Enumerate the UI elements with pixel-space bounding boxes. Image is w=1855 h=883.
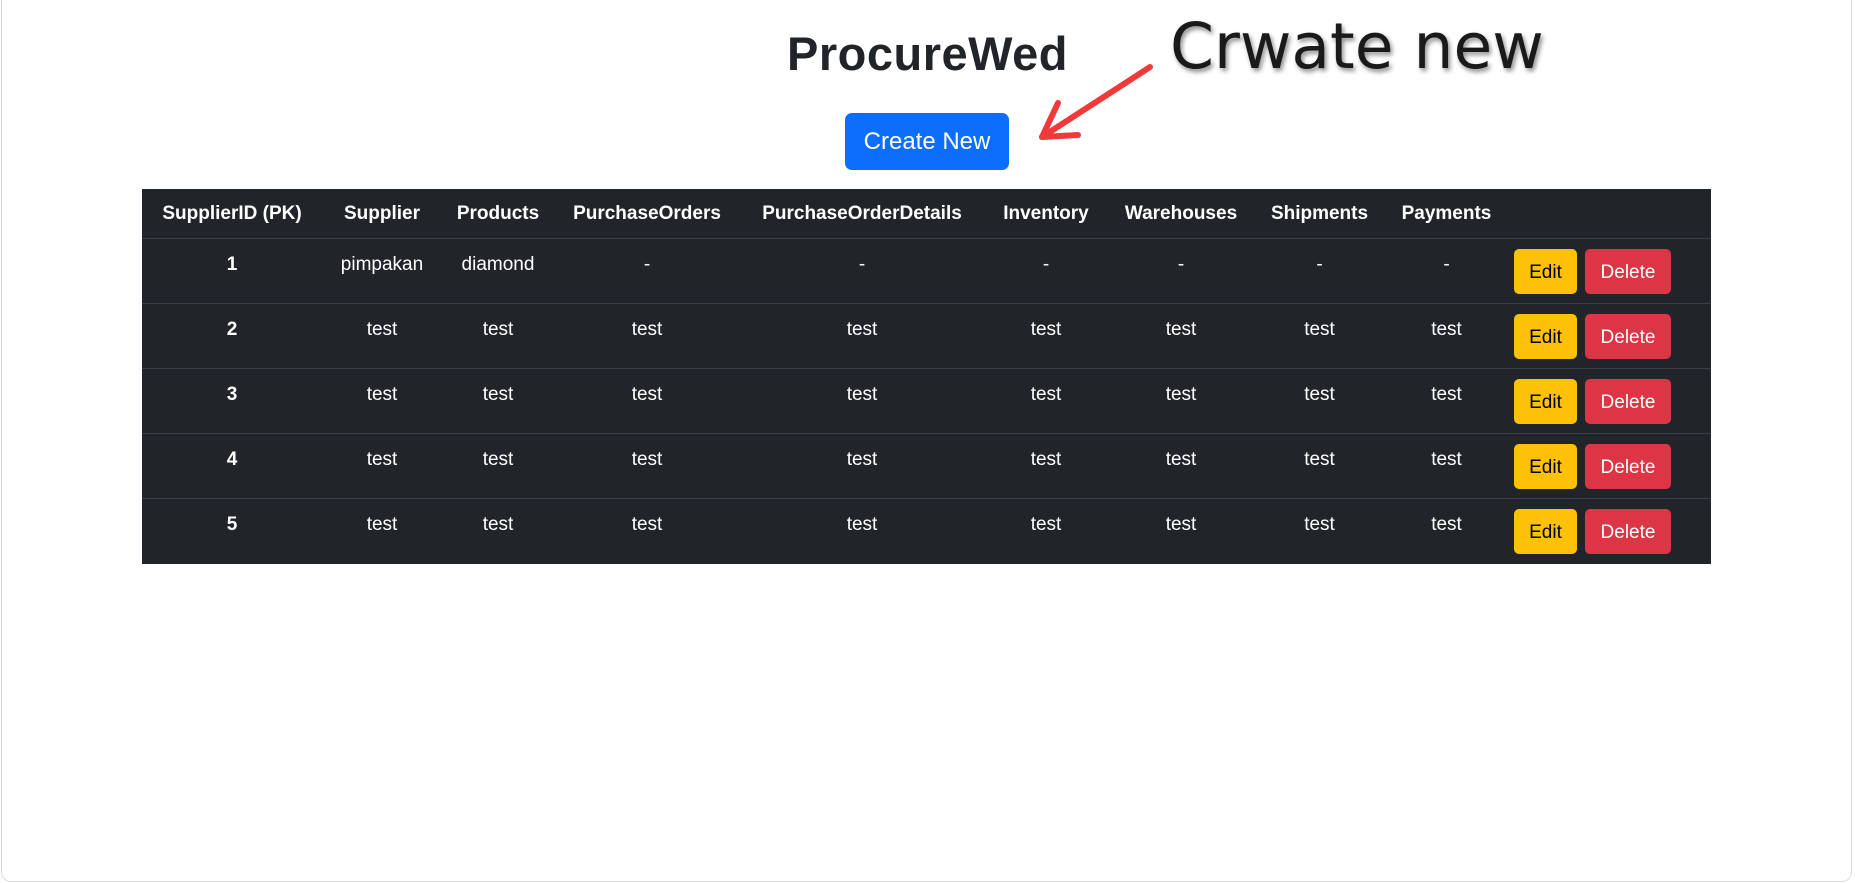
supplier-id-cell: 5 bbox=[226, 514, 238, 535]
table-header-row: SupplierID (PK) Supplier Products Purcha… bbox=[142, 189, 1711, 239]
purchase-order-details-cell: test bbox=[846, 514, 878, 535]
inventory-cell: test bbox=[984, 433, 1108, 499]
inventory-cell: test bbox=[1030, 514, 1062, 535]
create-new-button[interactable]: Create New bbox=[845, 113, 1009, 170]
column-header: PurchaseOrderDetails bbox=[740, 189, 984, 239]
edit-button[interactable]: Edit bbox=[1514, 314, 1577, 359]
suppliers-table: SupplierID (PK) Supplier Products Purcha… bbox=[142, 189, 1711, 564]
shipments-cell: test bbox=[1254, 433, 1385, 499]
table-row: 2 test test test test test test test tes… bbox=[142, 303, 1711, 369]
edit-button[interactable]: Edit bbox=[1514, 379, 1577, 424]
payments-cell: test bbox=[1385, 368, 1508, 434]
delete-button[interactable]: Delete bbox=[1585, 509, 1671, 554]
column-header: Products bbox=[442, 189, 554, 239]
shipments-cell: test bbox=[1304, 514, 1335, 535]
column-header: Shipments bbox=[1254, 189, 1385, 239]
delete-button[interactable]: Delete bbox=[1585, 314, 1671, 359]
purchase-orders-cell: - bbox=[554, 238, 740, 304]
actions-cell: Edit Delete bbox=[1508, 433, 1711, 499]
supplier-cell: test bbox=[322, 368, 442, 434]
shipments-cell: test bbox=[1254, 368, 1385, 434]
warehouses-cell: test bbox=[1108, 433, 1254, 499]
edit-button[interactable]: Edit bbox=[1514, 249, 1577, 294]
inventory-cell: - bbox=[984, 238, 1108, 304]
table-row: 4 test test test test test test test tes… bbox=[142, 433, 1711, 499]
page-title: ProcureWed bbox=[787, 27, 1068, 80]
delete-button[interactable]: Delete bbox=[1585, 444, 1671, 489]
column-header: Warehouses bbox=[1108, 189, 1254, 239]
actions-cell: Edit Delete bbox=[1508, 368, 1711, 434]
products-cell: diamond bbox=[442, 238, 554, 304]
edit-button[interactable]: Edit bbox=[1514, 509, 1577, 554]
purchase-order-details-cell: test bbox=[740, 433, 984, 499]
products-cell: test bbox=[442, 303, 554, 369]
table-row: 1 pimpakan diamond - - - - - - Edit Delet… bbox=[142, 238, 1711, 304]
purchase-orders-cell: test bbox=[631, 514, 663, 535]
actions-cell: Edit Delete bbox=[1508, 499, 1711, 564]
payments-cell: - bbox=[1385, 238, 1508, 304]
payments-cell: test bbox=[1385, 303, 1508, 369]
purchase-order-details-cell: test bbox=[740, 303, 984, 369]
annotation-text: Crwate new bbox=[1170, 10, 1544, 83]
purchase-orders-cell: test bbox=[554, 368, 740, 434]
shipments-cell: - bbox=[1254, 238, 1385, 304]
table-row: 3 test test test test test test test tes… bbox=[142, 368, 1711, 434]
column-header: Inventory bbox=[984, 189, 1108, 239]
column-header: Supplier bbox=[322, 189, 442, 239]
warehouses-cell: test bbox=[1108, 303, 1254, 369]
column-header-actions bbox=[1508, 189, 1711, 239]
table-row: 5 test test test test test test test tes… bbox=[142, 499, 1711, 564]
column-header: Payments bbox=[1385, 189, 1508, 239]
column-header: SupplierID (PK) bbox=[142, 189, 322, 239]
delete-button[interactable]: Delete bbox=[1585, 379, 1671, 424]
actions-cell: Edit Delete bbox=[1508, 238, 1711, 304]
supplier-cell: pimpakan bbox=[322, 238, 442, 304]
purchase-orders-cell: test bbox=[554, 303, 740, 369]
supplier-cell: test bbox=[322, 433, 442, 499]
products-cell: test bbox=[482, 514, 514, 535]
supplier-id-cell: 2 bbox=[142, 303, 322, 369]
warehouses-cell: - bbox=[1108, 238, 1254, 304]
supplier-cell: test bbox=[366, 514, 398, 535]
supplier-id-cell: 3 bbox=[142, 368, 322, 434]
column-header: PurchaseOrders bbox=[554, 189, 740, 239]
payments-cell: test bbox=[1431, 514, 1462, 535]
supplier-cell: test bbox=[322, 303, 442, 369]
supplier-id-cell: 1 bbox=[142, 238, 322, 304]
products-cell: test bbox=[442, 433, 554, 499]
actions-cell: Edit Delete bbox=[1508, 303, 1711, 369]
shipments-cell: test bbox=[1254, 303, 1385, 369]
delete-button[interactable]: Delete bbox=[1585, 249, 1671, 294]
annotation-arrow-icon bbox=[1039, 64, 1153, 140]
supplier-id-cell: 4 bbox=[142, 433, 322, 499]
inventory-cell: test bbox=[984, 303, 1108, 369]
payments-cell: test bbox=[1385, 433, 1508, 499]
edit-button[interactable]: Edit bbox=[1514, 444, 1577, 489]
purchase-order-details-cell: test bbox=[740, 368, 984, 434]
purchase-order-details-cell: - bbox=[740, 238, 984, 304]
inventory-cell: test bbox=[984, 368, 1108, 434]
purchase-orders-cell: test bbox=[554, 433, 740, 499]
products-cell: test bbox=[442, 368, 554, 434]
warehouses-cell: test bbox=[1108, 368, 1254, 434]
warehouses-cell: test bbox=[1165, 514, 1197, 535]
